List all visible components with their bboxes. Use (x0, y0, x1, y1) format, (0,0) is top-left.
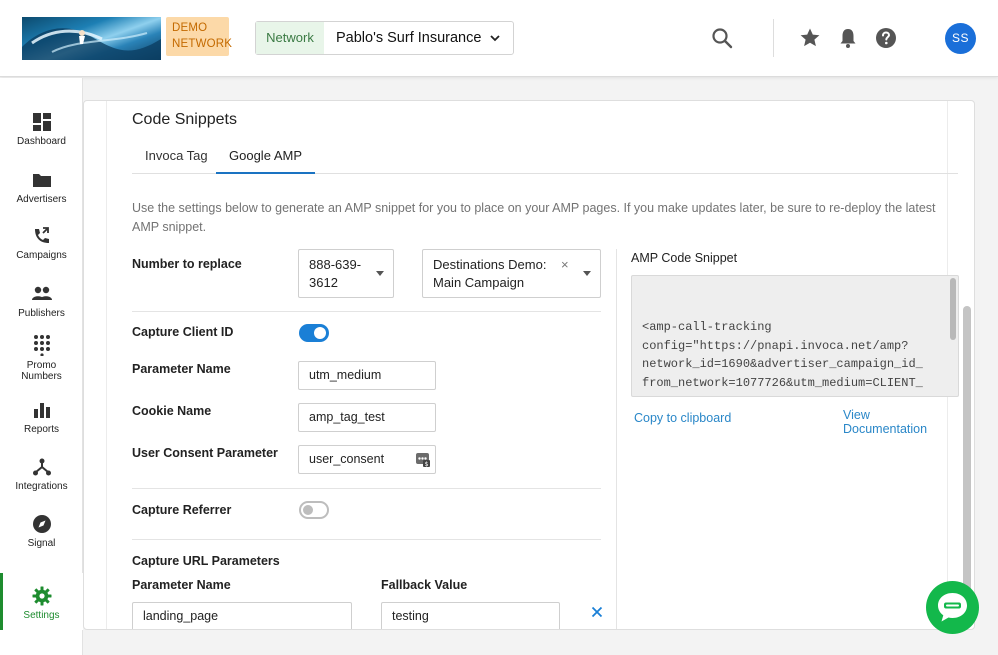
sidebar-item-label: Reports (23, 424, 59, 435)
remove-row-icon[interactable] (591, 606, 603, 618)
sidebar-item-label: Integrations (15, 481, 68, 492)
campaign-line2: Main Campaign (433, 275, 525, 290)
parameter-name-label: Parameter Name (132, 362, 231, 376)
number-line2: 3612 (309, 275, 338, 290)
url-fallback-column: Fallback Value (381, 578, 468, 592)
number-to-replace-label: Number to replace (132, 257, 242, 271)
tab-invoca-tag[interactable]: Invoca Tag (132, 141, 221, 174)
code-snippets-card: Code Snippets Invoca Tag Google AMP Use … (83, 100, 975, 630)
cookie-name-label: Cookie Name (132, 404, 212, 418)
user-avatar[interactable]: SS (945, 23, 976, 54)
toggle-knob (314, 327, 326, 339)
search-icon[interactable] (710, 26, 734, 50)
compass-icon (32, 515, 51, 533)
network-value: Pablo's Surf Insurance (336, 30, 482, 46)
gear-icon (32, 586, 51, 606)
sidebar-item-reports[interactable]: Reports (0, 400, 83, 435)
sidebar-item-label: Signal (27, 538, 56, 549)
dialpad-icon (33, 335, 50, 356)
amp-code-snippet-title: AMP Code Snippet (631, 251, 738, 265)
integrations-icon (32, 458, 51, 476)
url-param-name-input[interactable]: landing_page (132, 602, 352, 629)
sidebar-item-signal[interactable]: Signal (0, 514, 83, 549)
sidebar-item-label: Promo (26, 360, 57, 371)
svg-text:$: $ (425, 461, 429, 468)
copy-to-clipboard-link[interactable]: Copy to clipboard (634, 411, 731, 425)
section-divider (132, 539, 601, 540)
sidebar-item-publishers[interactable]: Publishers (0, 284, 83, 319)
toggle-knob (303, 505, 313, 515)
demo-network-badge: DEMO NETWORK (166, 17, 233, 56)
sidebar-item-label: Publishers (18, 308, 65, 319)
surf-wave-image (22, 28, 161, 60)
clear-icon[interactable]: × (561, 256, 569, 274)
parameter-name-input[interactable]: utm_medium (298, 361, 436, 390)
view-documentation-link[interactable]: View Documentation (843, 408, 947, 436)
campaign-select[interactable]: Destinations Demo: Main Campaign × (422, 249, 601, 298)
url-param-name-column: Parameter Name (132, 578, 231, 592)
brand-logo[interactable] (22, 17, 161, 60)
bell-icon[interactable] (836, 26, 860, 50)
page-title: Code Snippets (132, 111, 237, 128)
amp-description: Use the settings below to generate an AM… (132, 201, 936, 234)
section-divider (132, 311, 601, 312)
top-bar: DEMO NETWORK Network Pablo's Surf Insura… (0, 0, 998, 77)
sidebar-item-label: Settings (23, 610, 60, 621)
sidebar-item-label: Numbers (21, 371, 62, 382)
section-divider (132, 488, 601, 489)
help-icon[interactable] (874, 26, 898, 50)
capture-url-params-label: Capture URL Parameters (132, 554, 280, 568)
header-divider (773, 19, 774, 57)
number-line1: 888-639- (309, 257, 362, 272)
sidebar-item-label: Campaigns (16, 250, 67, 261)
bar-chart-icon (33, 403, 50, 418)
amp-code-snippet[interactable]: <amp-call-tracking config="https://pnapi… (631, 275, 959, 397)
chat-bubble-icon (938, 593, 967, 622)
caret-down-icon (583, 271, 591, 276)
sidebar-item-dashboard[interactable]: Dashboard (0, 112, 83, 147)
phone-forward-icon (34, 227, 49, 243)
demo-badge-line2: NETWORK (172, 38, 233, 50)
tab-google-amp[interactable]: Google AMP (216, 141, 315, 174)
capture-client-id-toggle[interactable] (299, 324, 329, 342)
settings-panel: Code Snippets Invoca Tag Google AMP Use … (106, 101, 959, 629)
capture-referrer-toggle[interactable] (299, 501, 329, 519)
dashboard-icon (32, 113, 51, 131)
active-indicator (0, 573, 3, 630)
demo-badge-line1: DEMO (172, 22, 208, 34)
cookie-name-input[interactable]: amp_tag_test (298, 403, 436, 432)
snippet-tabs: Invoca Tag Google AMP (132, 141, 958, 174)
sidebar-item-promo-numbers[interactable]: Promo Numbers (0, 334, 83, 382)
people-icon (31, 286, 52, 300)
password-manager-icon[interactable]: $ (415, 451, 431, 468)
sidebar-item-label: Advertisers (16, 194, 67, 205)
sidebar-item-advertisers[interactable]: Advertisers (0, 170, 83, 205)
amp-code-text: <amp-call-tracking config="https://pnapi… (642, 320, 923, 396)
folder-icon (32, 174, 51, 187)
user-consent-label: User Consent Parameter (132, 446, 278, 460)
page-scrollbar[interactable] (963, 306, 971, 624)
sidebar-item-integrations[interactable]: Integrations (0, 457, 83, 492)
user-consent-input[interactable]: user_consent $ (298, 445, 436, 474)
user-consent-value: user_consent (309, 452, 385, 466)
star-icon[interactable] (798, 26, 822, 50)
chevron-down-icon (490, 35, 500, 42)
sidebar-item-campaigns[interactable]: Campaigns (0, 226, 83, 261)
url-fallback-input[interactable]: testing (381, 602, 560, 629)
capture-client-id-label: Capture Client ID (132, 325, 234, 339)
number-select[interactable]: 888-639- 3612 (298, 249, 394, 298)
caret-down-icon (376, 271, 384, 276)
network-label: Network (256, 22, 324, 54)
code-scrollbar[interactable] (950, 278, 956, 340)
capture-referrer-label: Capture Referrer (132, 503, 232, 517)
sidebar-nav: Dashboard Advertisers Campaigns Publishe… (0, 78, 83, 655)
sidebar-item-label: Dashboard (17, 136, 66, 147)
chat-button[interactable] (926, 581, 979, 634)
column-divider (616, 249, 617, 629)
network-select[interactable]: Network Pablo's Surf Insurance (255, 21, 514, 55)
sidebar-item-settings[interactable]: Settings (0, 573, 83, 630)
